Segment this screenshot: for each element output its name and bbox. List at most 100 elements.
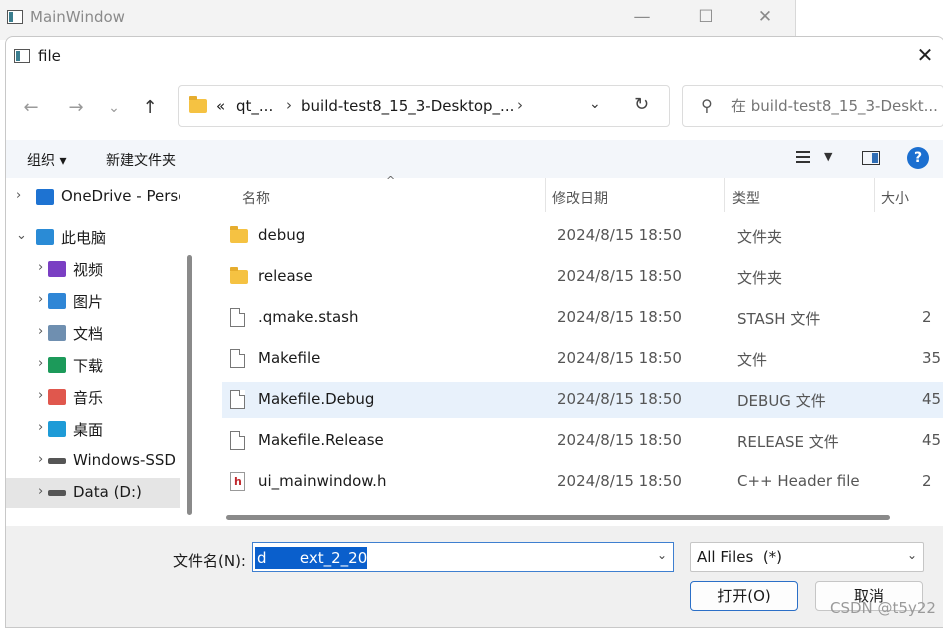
file-size: 2	[922, 472, 932, 490]
file-row[interactable]: Makefile 2024/8/15 18:50 文件 35	[222, 341, 943, 377]
file-type: RELEASE 文件	[737, 433, 839, 451]
filename-input[interactable]: d ext_2_20 ⌄	[252, 542, 674, 572]
file-type: DEBUG 文件	[737, 392, 826, 410]
file-list-scrollbar[interactable]	[226, 515, 890, 520]
computer-icon	[36, 229, 54, 245]
video-icon	[48, 261, 66, 277]
file-row[interactable]: release 2024/8/15 18:50 文件夹	[222, 259, 943, 295]
chevron-right-icon[interactable]: ›	[38, 420, 43, 435]
chevron-right-icon[interactable]: ›	[38, 292, 43, 307]
address-bar[interactable]: « qt_... › build-test8_15_3-Desktop_... …	[178, 85, 670, 127]
file-type: STASH 文件	[737, 310, 821, 328]
dialog-title: file	[38, 47, 61, 65]
up-button[interactable]: ↑	[138, 97, 162, 119]
column-header-type[interactable]: 类型	[732, 188, 760, 208]
file-row[interactable]: Makefile.Debug 2024/8/15 18:50 DEBUG 文件 45	[222, 382, 943, 418]
file-name: release	[258, 267, 313, 285]
main-close-button[interactable]: ✕	[753, 6, 777, 30]
file-name: Makefile	[258, 349, 321, 367]
file-name: debug	[258, 226, 306, 244]
nav-item-label: OneDrive - Perso	[61, 187, 180, 205]
column-header-name[interactable]: 名称	[242, 188, 270, 208]
view-dropdown-icon[interactable]: ▼	[824, 150, 832, 163]
main-window-titlebar: MainWindow — ☐ ✕	[0, 0, 796, 40]
nav-item[interactable]: › Data (D:)	[6, 478, 180, 508]
chevron-right-icon[interactable]: ›	[38, 388, 43, 403]
nav-item[interactable]: › 音乐	[6, 382, 180, 412]
chevron-down-icon[interactable]: ⌄	[657, 548, 667, 562]
column-divider[interactable]	[724, 178, 725, 212]
address-dropdown-icon[interactable]: ⌄	[589, 96, 601, 112]
column-header-date[interactable]: 修改日期	[552, 188, 608, 208]
file-name: Makefile.Release	[258, 431, 384, 449]
file-row[interactable]: ui_mainwindow.h 2024/8/15 18:50 C++ Header…	[222, 464, 943, 500]
file-icon	[230, 390, 245, 409]
chevron-right-icon[interactable]: ›	[38, 452, 43, 467]
view-list-icon[interactable]	[796, 151, 810, 163]
minimize-button[interactable]: —	[630, 6, 654, 30]
nav-item-label: 下载	[73, 357, 104, 375]
file-row[interactable]: debug 2024/8/15 18:50 文件夹	[222, 218, 943, 254]
folder-icon	[189, 96, 207, 113]
file-date: 2024/8/15 18:50	[557, 267, 682, 285]
navigation-scrollbar[interactable]	[187, 255, 192, 515]
open-button[interactable]: 打开(O)	[690, 581, 798, 611]
file-date: 2024/8/15 18:50	[557, 308, 682, 326]
dialog-app-icon	[14, 49, 30, 63]
file-name: ui_mainwindow.h	[258, 472, 387, 490]
maximize-button[interactable]: ☐	[694, 6, 718, 30]
nav-item[interactable]: › 图片	[6, 286, 180, 316]
refresh-icon[interactable]: ↻	[634, 94, 649, 115]
nav-item[interactable]: › OneDrive - Perso	[6, 182, 180, 212]
column-divider[interactable]	[545, 178, 546, 212]
filetype-select[interactable]: All Files (*) ⌄	[690, 542, 924, 572]
breadcrumb-item[interactable]: qt_...	[236, 97, 273, 115]
file-icon	[230, 308, 245, 327]
breadcrumb-item[interactable]: build-test8_15_3-Desktop_...	[301, 97, 514, 115]
breadcrumb-chevron-icon[interactable]: ›	[286, 96, 292, 114]
sort-ascending-icon: ^	[386, 174, 396, 187]
organize-button[interactable]: 组织 ▾	[27, 150, 66, 170]
filename-value[interactable]: d ext_2_20	[255, 547, 368, 569]
chevron-down-icon[interactable]: ⌄	[16, 228, 27, 243]
nav-item[interactable]: › 视频	[6, 254, 180, 284]
file-type: 文件	[737, 351, 768, 369]
search-input[interactable]	[731, 97, 941, 115]
drive-icon	[48, 458, 66, 464]
help-icon[interactable]: ?	[907, 147, 929, 169]
nav-item[interactable]: › 下载	[6, 350, 180, 380]
file-row[interactable]: Makefile.Release 2024/8/15 18:50 RELEASE 文…	[222, 423, 943, 459]
chevron-right-icon[interactable]: ›	[38, 260, 43, 275]
file-date: 2024/8/15 18:50	[557, 390, 682, 408]
filetype-value: All Files (*)	[697, 548, 783, 566]
column-divider[interactable]	[874, 178, 875, 212]
recent-locations-button[interactable]: ⌄	[102, 97, 126, 119]
dialog-footer: 文件名(N): d ext_2_20 ⌄ All Files (*) ⌄ 打开(…	[6, 526, 943, 627]
chevron-down-icon[interactable]: ⌄	[907, 548, 917, 562]
breadcrumb-overflow[interactable]: «	[216, 97, 225, 115]
nav-item-label: 图片	[73, 293, 104, 311]
chevron-right-icon[interactable]: ›	[16, 188, 21, 203]
chevron-right-icon[interactable]: ›	[38, 484, 43, 499]
navigation-pane: › OneDrive - Perso ⌄ 此电脑 › 视频 › 图片 › 文档 › 下载 › 音乐 › 桌面 ›…	[6, 178, 196, 523]
column-header-size[interactable]: 大小	[881, 188, 909, 208]
nav-item-label: Windows-SSD (	[73, 451, 180, 469]
chevron-right-icon[interactable]: ›	[38, 324, 43, 339]
search-icon: ⚲	[701, 96, 713, 115]
search-box: ⚲	[682, 85, 943, 127]
file-type: 文件夹	[737, 228, 783, 246]
chevron-right-icon[interactable]: ›	[38, 356, 43, 371]
nav-item[interactable]: › Windows-SSD (	[6, 446, 180, 476]
forward-button[interactable]: →	[64, 97, 88, 119]
file-row[interactable]: .qmake.stash 2024/8/15 18:50 STASH 文件 2	[222, 300, 943, 336]
nav-item[interactable]: › 桌面	[6, 414, 180, 444]
preview-pane-icon[interactable]	[862, 151, 880, 165]
pictures-icon	[48, 293, 66, 309]
back-button[interactable]: ←	[19, 97, 43, 119]
file-type: C++ Header file	[737, 472, 860, 490]
nav-item[interactable]: › 文档	[6, 318, 180, 348]
breadcrumb-chevron-icon[interactable]: ›	[517, 96, 523, 114]
nav-item[interactable]: ⌄ 此电脑	[6, 222, 180, 252]
dialog-close-button[interactable]: ✕	[914, 45, 936, 67]
new-folder-button[interactable]: 新建文件夹	[106, 150, 176, 170]
